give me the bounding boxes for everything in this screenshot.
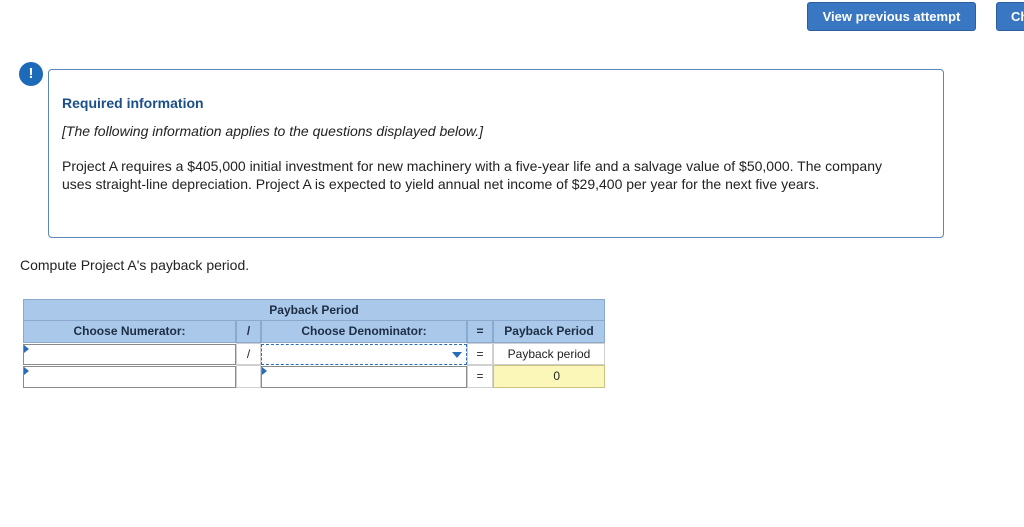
numerator-input-row1[interactable]	[23, 344, 236, 365]
question-text: Compute Project A's payback period.	[20, 257, 250, 273]
equals-sign-row1: =	[467, 343, 493, 365]
info-note: [The following information applies to th…	[62, 123, 484, 139]
denominator-select-row1[interactable]	[261, 344, 467, 365]
result-header: Payback Period	[493, 321, 605, 343]
input-marker-icon	[262, 367, 267, 375]
check-my-work-button[interactable]: Ch	[996, 2, 1024, 31]
numerator-input-row2[interactable]	[23, 366, 236, 388]
payback-result-value: 0	[493, 365, 605, 388]
info-title: Required information	[62, 95, 204, 111]
input-marker-icon	[24, 367, 29, 375]
denominator-input-row2[interactable]	[261, 366, 467, 388]
divide-header: /	[236, 321, 261, 343]
alert-icon: !	[19, 62, 43, 86]
equals-sign-row2: =	[467, 365, 493, 388]
divide-sign-row2	[236, 365, 261, 388]
numerator-header: Choose Numerator:	[23, 321, 236, 343]
result-label-row1: Payback period	[493, 343, 605, 365]
equals-header: =	[467, 321, 493, 343]
dropdown-arrow-icon[interactable]	[452, 352, 462, 358]
denominator-header: Choose Denominator:	[261, 321, 467, 343]
required-information-box: Required information [The following info…	[48, 69, 944, 238]
divide-sign-row1: /	[236, 343, 261, 365]
input-marker-icon	[24, 345, 29, 353]
view-previous-attempt-button[interactable]: View previous attempt	[807, 2, 976, 31]
table-title: Payback Period	[23, 299, 605, 321]
info-body: Project A requires a $405,000 initial in…	[62, 158, 882, 192]
payback-period-table: Payback Period Choose Numerator: / Choos…	[23, 299, 605, 389]
